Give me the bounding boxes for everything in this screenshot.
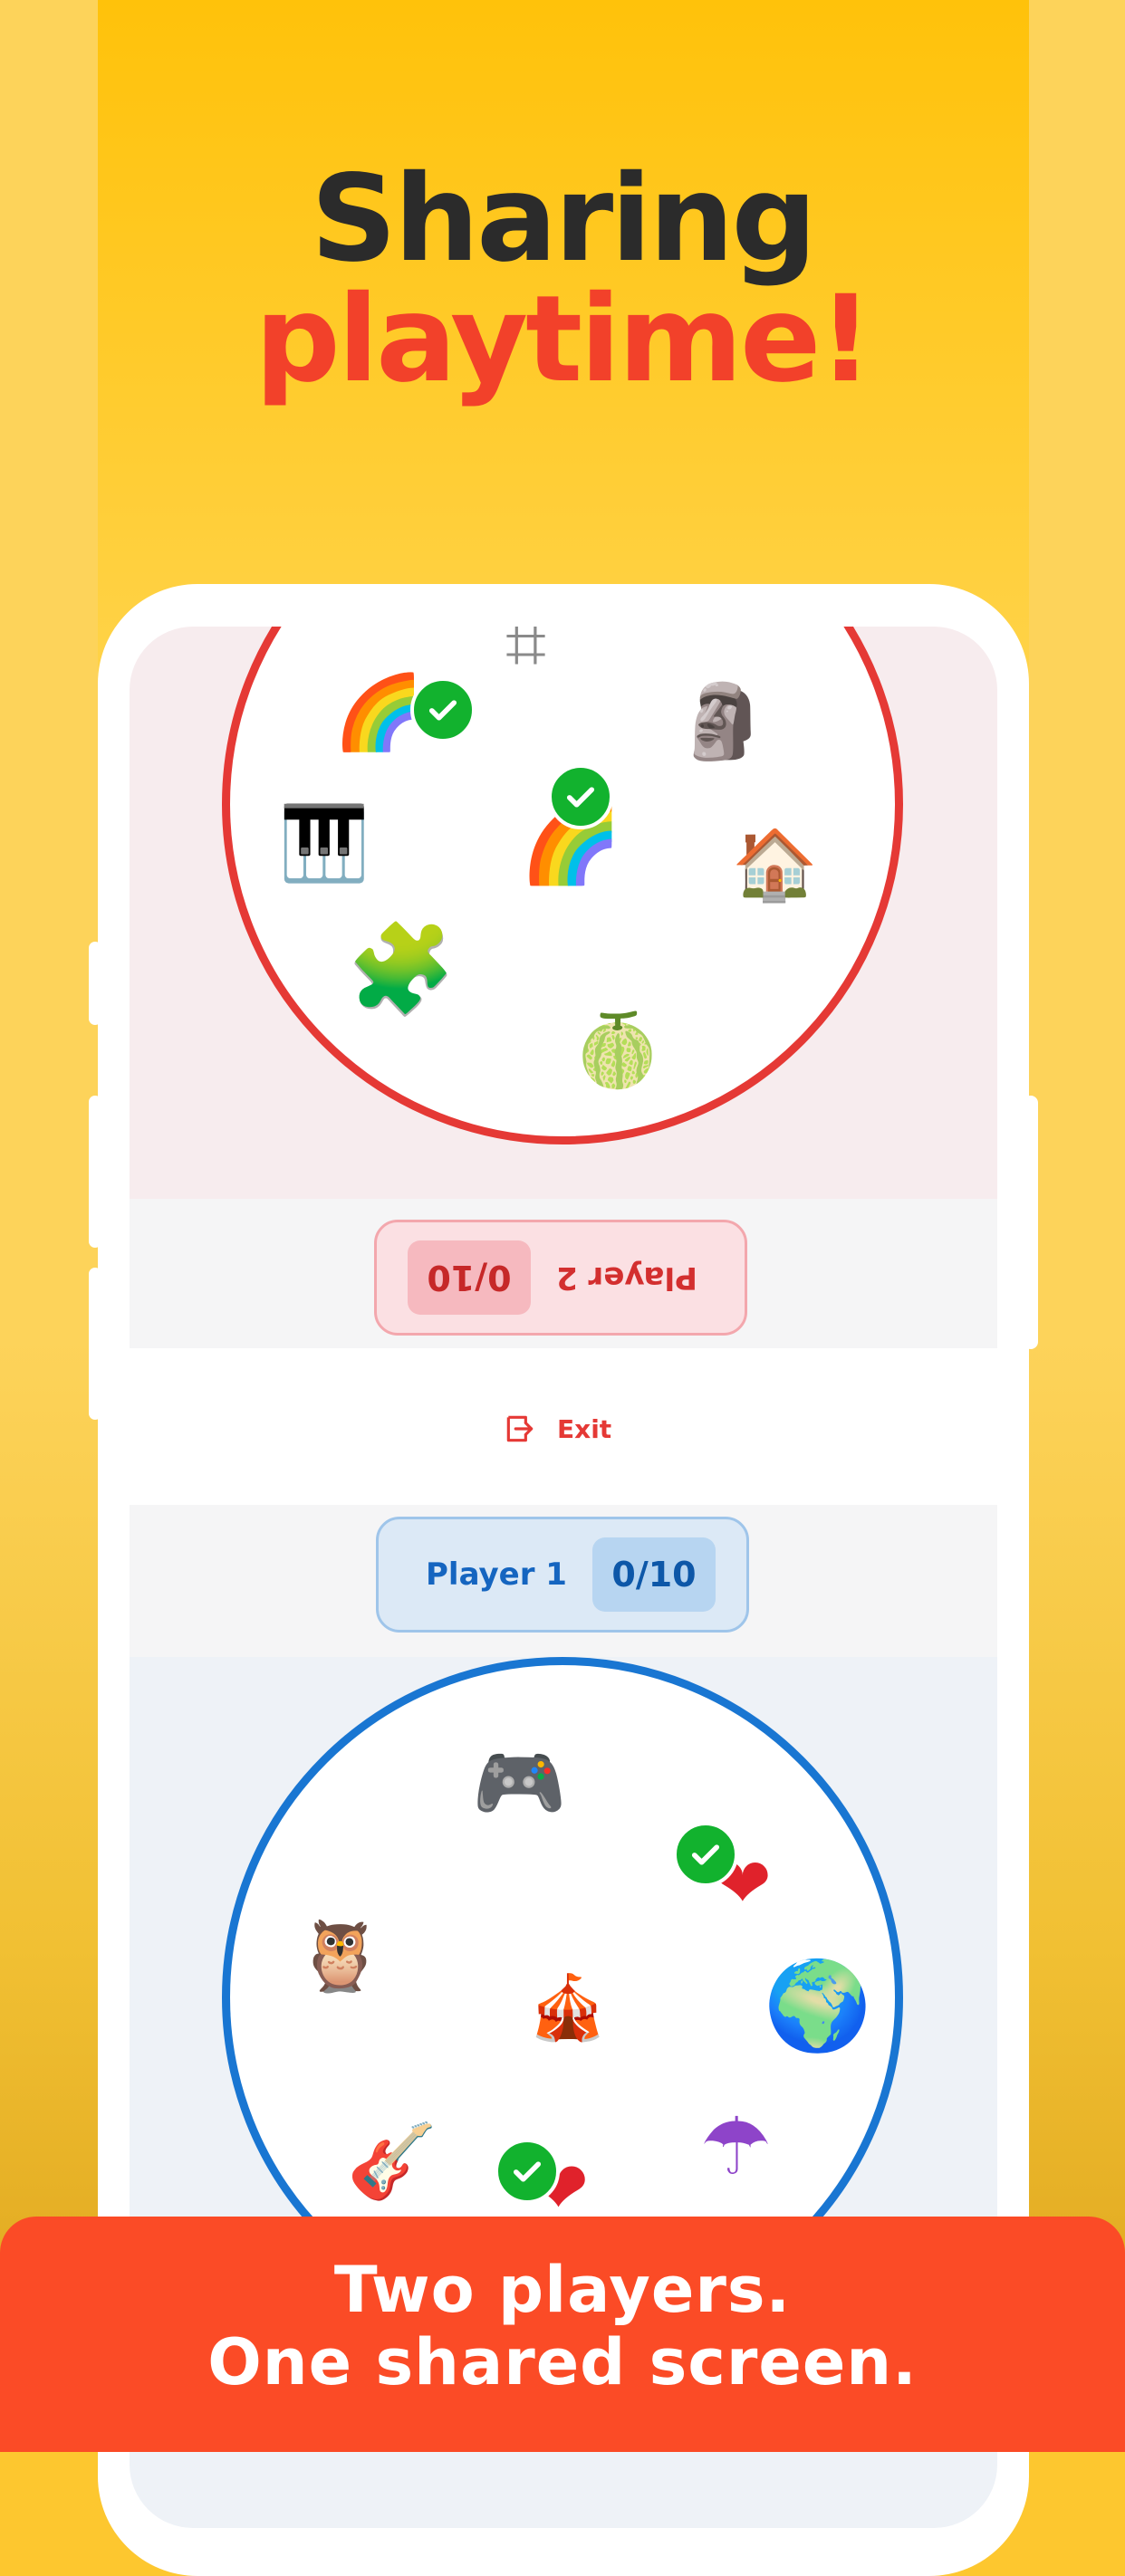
banner-line-1: Two players. <box>333 2253 792 2327</box>
exit-button[interactable]: Exit <box>503 1410 611 1448</box>
puzzle-icon[interactable]: 🧩 <box>347 925 456 1012</box>
moai-icon[interactable]: 🗿 <box>678 685 768 758</box>
headline-line-1: Sharing <box>311 149 817 289</box>
exit-icon <box>506 1415 534 1442</box>
house-icon[interactable]: 🏠 <box>732 830 818 899</box>
circus-tent-icon[interactable]: 🎪 <box>528 1976 607 2039</box>
globe-icon[interactable]: 🌍 <box>764 1962 872 2049</box>
found-check-icon <box>410 677 476 742</box>
found-check-icon <box>673 1822 738 1887</box>
net-icon[interactable]: ⌗ <box>505 627 546 681</box>
player-2-score-pill: Player 2 0/10 <box>374 1220 747 1336</box>
player-1-score: 0/10 <box>592 1537 716 1612</box>
guitar-icon[interactable]: 🎸 <box>347 2125 438 2198</box>
player-2-name: Player 2 <box>556 1259 697 1296</box>
player-1-name: Player 1 <box>426 1556 567 1593</box>
game-controller-icon[interactable]: 🎮 <box>472 1745 567 1821</box>
piano-icon[interactable]: 🎹 <box>279 808 370 880</box>
player-1-score-pill: Player 1 0/10 <box>376 1517 749 1633</box>
banner-line-2: One shared screen. <box>207 2325 918 2399</box>
player-2-score: 0/10 <box>408 1240 531 1315</box>
headline-line-2: playtime! <box>255 270 872 409</box>
custard-apple-icon[interactable]: 🍈 <box>573 1016 661 1087</box>
exit-label: Exit <box>557 1413 612 1444</box>
owl-icon[interactable]: 🦉 <box>297 1921 383 1990</box>
found-check-icon <box>495 2139 560 2204</box>
found-check-icon <box>548 764 613 829</box>
umbrella-icon[interactable]: ☂ <box>700 2107 772 2187</box>
